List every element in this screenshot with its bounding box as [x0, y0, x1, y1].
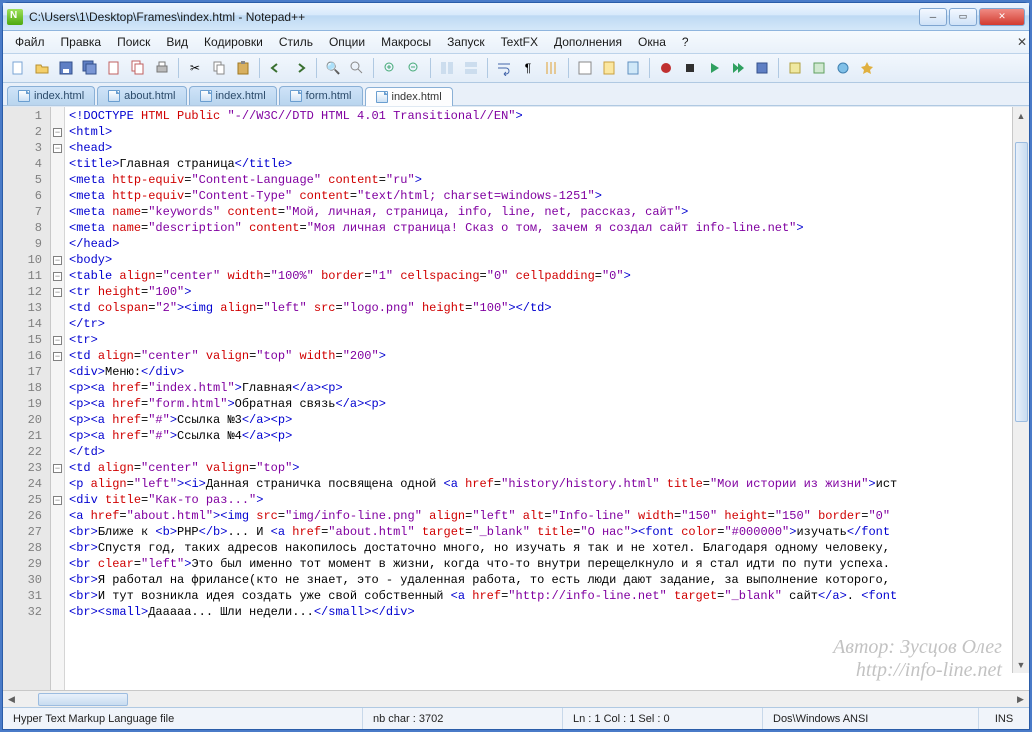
- sync-h-icon[interactable]: [460, 57, 482, 79]
- mdi-close-icon[interactable]: ✕: [1009, 33, 1025, 51]
- tabbar: index.html about.html index.html form.ht…: [3, 83, 1029, 106]
- show-all-chars-icon[interactable]: ¶: [517, 57, 539, 79]
- tab-file[interactable]: form.html: [279, 86, 363, 105]
- titlebar[interactable]: C:\Users\1\Desktop\Frames\index.html - N…: [3, 3, 1029, 31]
- plugin3-icon[interactable]: [832, 57, 854, 79]
- play-multi-icon[interactable]: [727, 57, 749, 79]
- menu-plugins[interactable]: Дополнения: [546, 33, 630, 51]
- func-list-icon[interactable]: [622, 57, 644, 79]
- print-icon[interactable]: [151, 57, 173, 79]
- app-icon: [7, 9, 23, 25]
- menu-file[interactable]: Файл: [7, 33, 53, 51]
- replace-icon[interactable]: [346, 57, 368, 79]
- code-area[interactable]: <!DOCTYPE HTML Public "-//W3C//DTD HTML …: [65, 107, 1029, 690]
- save-all-icon[interactable]: [79, 57, 101, 79]
- tab-file[interactable]: index.html: [189, 86, 277, 105]
- menu-settings[interactable]: Опции: [321, 33, 373, 51]
- menu-search[interactable]: Поиск: [109, 33, 158, 51]
- file-icon: [200, 90, 212, 102]
- find-icon[interactable]: 🔍: [322, 57, 344, 79]
- zoom-out-icon[interactable]: [403, 57, 425, 79]
- editor: 1234567891011121314151617181920212223242…: [3, 106, 1029, 690]
- status-nbchar: nb char : 3702: [363, 708, 563, 729]
- horizontal-scrollbar[interactable]: ◀ ▶: [3, 690, 1029, 707]
- menu-help[interactable]: ?: [674, 33, 697, 51]
- file-icon: [18, 90, 30, 102]
- zoom-in-icon[interactable]: [379, 57, 401, 79]
- maximize-button[interactable]: ▭: [949, 8, 977, 26]
- record-macro-icon[interactable]: [655, 57, 677, 79]
- menu-edit[interactable]: Правка: [53, 33, 110, 51]
- window-title: C:\Users\1\Desktop\Frames\index.html - N…: [29, 10, 919, 24]
- menubar: Файл Правка Поиск Вид Кодировки Стиль Оп…: [3, 31, 1029, 54]
- user-lang-icon[interactable]: [574, 57, 596, 79]
- fold-gutter[interactable]: −−−−−−−−−: [51, 107, 65, 690]
- scroll-down-icon[interactable]: ▼: [1013, 656, 1030, 673]
- tab-file[interactable]: about.html: [97, 86, 186, 105]
- plugin4-icon[interactable]: [856, 57, 878, 79]
- plugin1-icon[interactable]: [784, 57, 806, 79]
- file-icon: [376, 91, 388, 103]
- line-number-gutter: 1234567891011121314151617181920212223242…: [3, 107, 51, 690]
- tab-file[interactable]: index.html: [7, 86, 95, 105]
- cut-icon[interactable]: ✂: [184, 57, 206, 79]
- menu-macro[interactable]: Макросы: [373, 33, 439, 51]
- scroll-thumb[interactable]: [1015, 142, 1028, 422]
- copy-icon[interactable]: [208, 57, 230, 79]
- save-icon[interactable]: [55, 57, 77, 79]
- file-icon: [108, 90, 120, 102]
- wordwrap-icon[interactable]: [493, 57, 515, 79]
- scroll-up-icon[interactable]: ▲: [1013, 107, 1030, 124]
- tab-file-active[interactable]: index.html: [365, 87, 453, 106]
- window-buttons: ─ ▭ ✕: [919, 8, 1025, 26]
- status-position: Ln : 1 Col : 1 Sel : 0: [563, 708, 763, 729]
- menu-encoding[interactable]: Кодировки: [196, 33, 271, 51]
- status-mode[interactable]: INS: [979, 708, 1029, 729]
- undo-icon[interactable]: [265, 57, 287, 79]
- close-file-icon[interactable]: [103, 57, 125, 79]
- save-macro-icon[interactable]: [751, 57, 773, 79]
- menu-view[interactable]: Вид: [158, 33, 196, 51]
- close-button[interactable]: ✕: [979, 8, 1025, 26]
- toolbar: ✂ 🔍 ¶: [3, 54, 1029, 83]
- minimize-button[interactable]: ─: [919, 8, 947, 26]
- sync-v-icon[interactable]: [436, 57, 458, 79]
- menu-run[interactable]: Запуск: [439, 33, 493, 51]
- open-file-icon[interactable]: [31, 57, 53, 79]
- status-encoding: Dos\Windows ANSI: [763, 708, 979, 729]
- scroll-left-icon[interactable]: ◀: [3, 691, 20, 708]
- doc-map-icon[interactable]: [598, 57, 620, 79]
- menu-language[interactable]: Стиль: [271, 33, 321, 51]
- scroll-thumb[interactable]: [38, 693, 128, 706]
- new-file-icon[interactable]: [7, 57, 29, 79]
- vertical-scrollbar[interactable]: ▲ ▼: [1012, 107, 1029, 673]
- file-icon: [290, 90, 302, 102]
- close-all-icon[interactable]: [127, 57, 149, 79]
- scroll-right-icon[interactable]: ▶: [1012, 691, 1029, 708]
- menu-textfx[interactable]: TextFX: [493, 33, 546, 51]
- statusbar: Hyper Text Markup Language file nb char …: [3, 707, 1029, 729]
- indent-guide-icon[interactable]: [541, 57, 563, 79]
- plugin2-icon[interactable]: [808, 57, 830, 79]
- application-window: C:\Users\1\Desktop\Frames\index.html - N…: [2, 2, 1030, 730]
- play-macro-icon[interactable]: [703, 57, 725, 79]
- stop-macro-icon[interactable]: [679, 57, 701, 79]
- status-filetype: Hyper Text Markup Language file: [3, 708, 363, 729]
- menu-window[interactable]: Окна: [630, 33, 674, 51]
- redo-icon[interactable]: [289, 57, 311, 79]
- paste-icon[interactable]: [232, 57, 254, 79]
